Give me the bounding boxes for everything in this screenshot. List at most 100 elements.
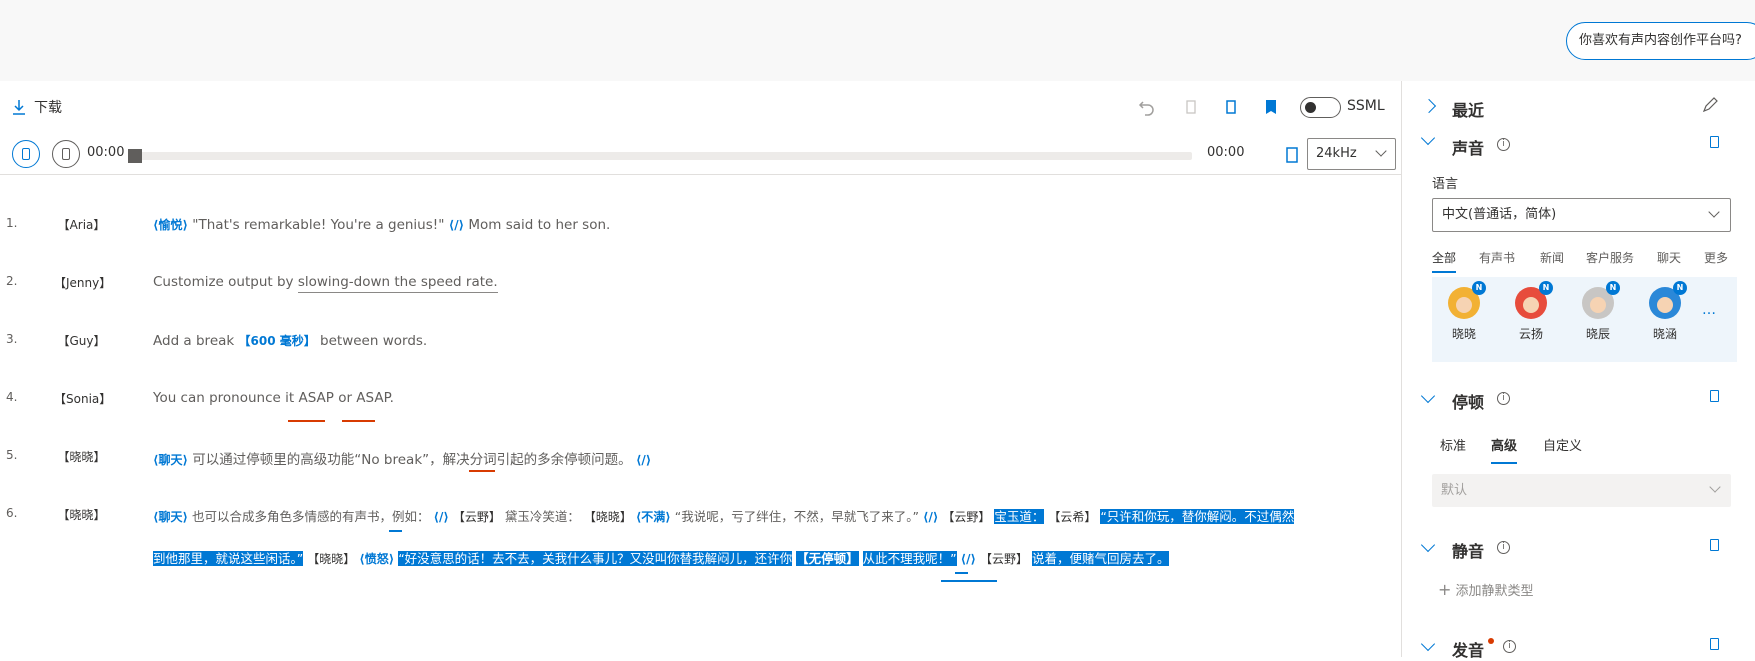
chevron-down-icon	[1709, 481, 1721, 493]
bookmark-icon[interactable]	[1262, 98, 1280, 116]
stop-button[interactable]	[52, 140, 80, 168]
line-number: 1.	[6, 216, 18, 230]
pronunciation-marker[interactable]	[941, 580, 997, 582]
category-tab-customer-service[interactable]: 客户服务	[1586, 249, 1634, 266]
selected-text[interactable]: 宝玉道：	[994, 509, 1045, 524]
line-text: Mom said to her son.	[468, 217, 611, 233]
style-tag[interactable]: ⟨聊天⟩	[153, 453, 188, 467]
line-number: 5.	[6, 448, 18, 462]
category-tab-more[interactable]: 更多	[1704, 249, 1728, 266]
style-tag[interactable]: ⟨不满⟩	[636, 510, 671, 524]
end-tag[interactable]: ⟨/⟩	[961, 552, 976, 566]
pronunciation-marker[interactable]	[469, 470, 495, 472]
chevron-down-icon	[1375, 145, 1387, 157]
selected-text[interactable]: 从此不理我呢！”	[862, 551, 957, 566]
speaker-tag[interactable]: 【Guy】	[54, 332, 109, 349]
speaker-tag[interactable]: 【晓晓】	[54, 448, 109, 465]
top-bar: 你喜欢有声内容创作平台吗?	[0, 0, 1755, 81]
style-tag[interactable]: ⟨愉悦⟩	[153, 218, 188, 232]
category-tab-chat[interactable]: 聊天	[1657, 249, 1681, 266]
pause-tab-advanced[interactable]: 高级	[1491, 435, 1518, 464]
chevron-down-icon[interactable]	[1420, 537, 1436, 553]
info-icon[interactable]: i	[1497, 138, 1510, 151]
undo-icon[interactable]	[1138, 98, 1156, 116]
speaker-tag[interactable]: 【Sonia】	[54, 390, 111, 407]
info-icon[interactable]: i	[1497, 392, 1510, 405]
speaker-tag[interactable]: 【晓晓】	[584, 510, 632, 524]
speaker-tag[interactable]: 【云希】	[1048, 510, 1096, 524]
end-tag[interactable]: ⟨/⟩	[433, 510, 448, 524]
recent-title: 最近	[1452, 101, 1485, 120]
language-select[interactable]: 中文(普通话，简体)	[1432, 198, 1731, 232]
voice-card[interactable]: N 晓涵	[1640, 281, 1690, 342]
speaker-tag[interactable]: 【云野】	[942, 510, 990, 524]
break-tag[interactable]: 【600 毫秒】	[239, 334, 316, 348]
avatar: N	[1515, 281, 1553, 319]
category-tab-all[interactable]: 全部	[1432, 249, 1457, 273]
pronunciation-marker[interactable]	[288, 420, 325, 422]
category-tab-audiobook[interactable]: 有声书	[1479, 249, 1515, 266]
progress-handle[interactable]	[128, 149, 142, 163]
section-file-icon[interactable]	[1710, 638, 1719, 650]
pronunciation-marker[interactable]	[389, 530, 402, 532]
voice-card[interactable]: N 晓晓	[1439, 281, 1489, 342]
info-icon[interactable]: i	[1503, 640, 1516, 653]
stop-icon	[62, 148, 70, 160]
feedback-button[interactable]: 你喜欢有声内容创作平台吗?	[1566, 22, 1755, 60]
sample-rate-select[interactable]: 24kHz	[1307, 138, 1396, 170]
audio-file-icon[interactable]	[1286, 147, 1298, 163]
speaker-tag[interactable]: 【晓晓】	[54, 506, 109, 523]
selected-text[interactable]: 说着，便赌气回房去了。	[1031, 551, 1170, 566]
ssml-toggle[interactable]	[1300, 97, 1341, 118]
selected-text[interactable]: “好没意思的话！去不去，关我什么事儿？又没叫你替我解闷儿，还许你	[398, 551, 793, 566]
end-tag[interactable]: ⟨/⟩	[636, 453, 651, 467]
speaker-tag[interactable]: 【晓晓】	[307, 552, 355, 566]
pause-tab-custom[interactable]: 自定义	[1543, 435, 1582, 454]
line-text: Add a break	[153, 333, 235, 349]
editor-toolbar: 下载 SSML	[0, 81, 1401, 135]
progress-bar[interactable]	[128, 152, 1192, 160]
category-tab-news[interactable]: 新闻	[1540, 249, 1564, 266]
add-silence-button[interactable]: + 添加静默类型	[1438, 580, 1534, 599]
chevron-down-icon[interactable]	[1420, 636, 1436, 652]
edit-icon[interactable]	[1702, 97, 1718, 113]
play-button[interactable]	[12, 140, 40, 168]
status-dot	[1488, 638, 1494, 644]
pronunciation-marker[interactable]	[342, 420, 375, 422]
language-value: 中文(普通话，简体)	[1442, 207, 1557, 222]
line-text: Customize output by	[153, 274, 298, 290]
voice-card[interactable]: N 云扬	[1506, 281, 1556, 342]
section-file-icon[interactable]	[1710, 136, 1719, 148]
pause-select[interactable]: 默认	[1432, 474, 1731, 507]
chevron-down-icon[interactable]	[1420, 388, 1436, 404]
script-line[interactable]: 6. 【晓晓】 ⟨聊天⟩ 也可以合成多角色多情感的有声书，例如： ⟨/⟩ 【云野…	[0, 506, 1401, 586]
selected-text[interactable]: “只许和你玩，替你解闷。不过偶然	[1100, 509, 1295, 524]
more-voices-button[interactable]: …	[1702, 302, 1716, 318]
rate-adjusted-text[interactable]: slowing-down the speed rate.	[297, 274, 498, 293]
end-tag[interactable]: ⟨/⟩	[449, 218, 464, 232]
line-text: 黛玉冷笑道：	[504, 509, 580, 524]
total-time: 00:00	[1207, 145, 1245, 160]
speaker-tag[interactable]: 【云野】	[453, 510, 501, 524]
copy-icon[interactable]	[1182, 98, 1200, 116]
paste-icon[interactable]	[1222, 98, 1240, 116]
speaker-tag[interactable]: 【Jenny】	[54, 274, 111, 291]
end-tag[interactable]: ⟨/⟩	[923, 510, 938, 524]
download-button[interactable]: 下载	[12, 97, 62, 117]
section-file-icon[interactable]	[1710, 390, 1719, 402]
speaker-tag[interactable]: 【云野】	[980, 552, 1028, 566]
line-text: 也可以合成多角色多情感的有声书，例如：	[191, 509, 430, 524]
selected-text[interactable]: 到他那里，就说这些闲话。”	[153, 551, 304, 566]
voice-card[interactable]: N 晓辰	[1573, 281, 1623, 342]
style-tag[interactable]: ⟨愤怒⟩	[359, 552, 394, 566]
style-tag[interactable]: ⟨聊天⟩	[153, 510, 188, 524]
pause-tab-standard[interactable]: 标准	[1440, 435, 1466, 454]
chevron-right-icon[interactable]	[1421, 98, 1437, 114]
info-icon[interactable]: i	[1497, 541, 1510, 554]
section-file-icon[interactable]	[1710, 539, 1719, 551]
speaker-tag[interactable]: 【Aria】	[54, 216, 109, 233]
pronunciation-marker[interactable]	[955, 572, 968, 574]
chevron-down-icon[interactable]	[1420, 130, 1436, 146]
settings-panel: 最近 声音 i 语言 中文(普通话，简体) 全部 有声书 新闻 客户服务 聊天 …	[1401, 81, 1755, 660]
no-break-tag[interactable]: 【无停顿】	[796, 551, 859, 566]
